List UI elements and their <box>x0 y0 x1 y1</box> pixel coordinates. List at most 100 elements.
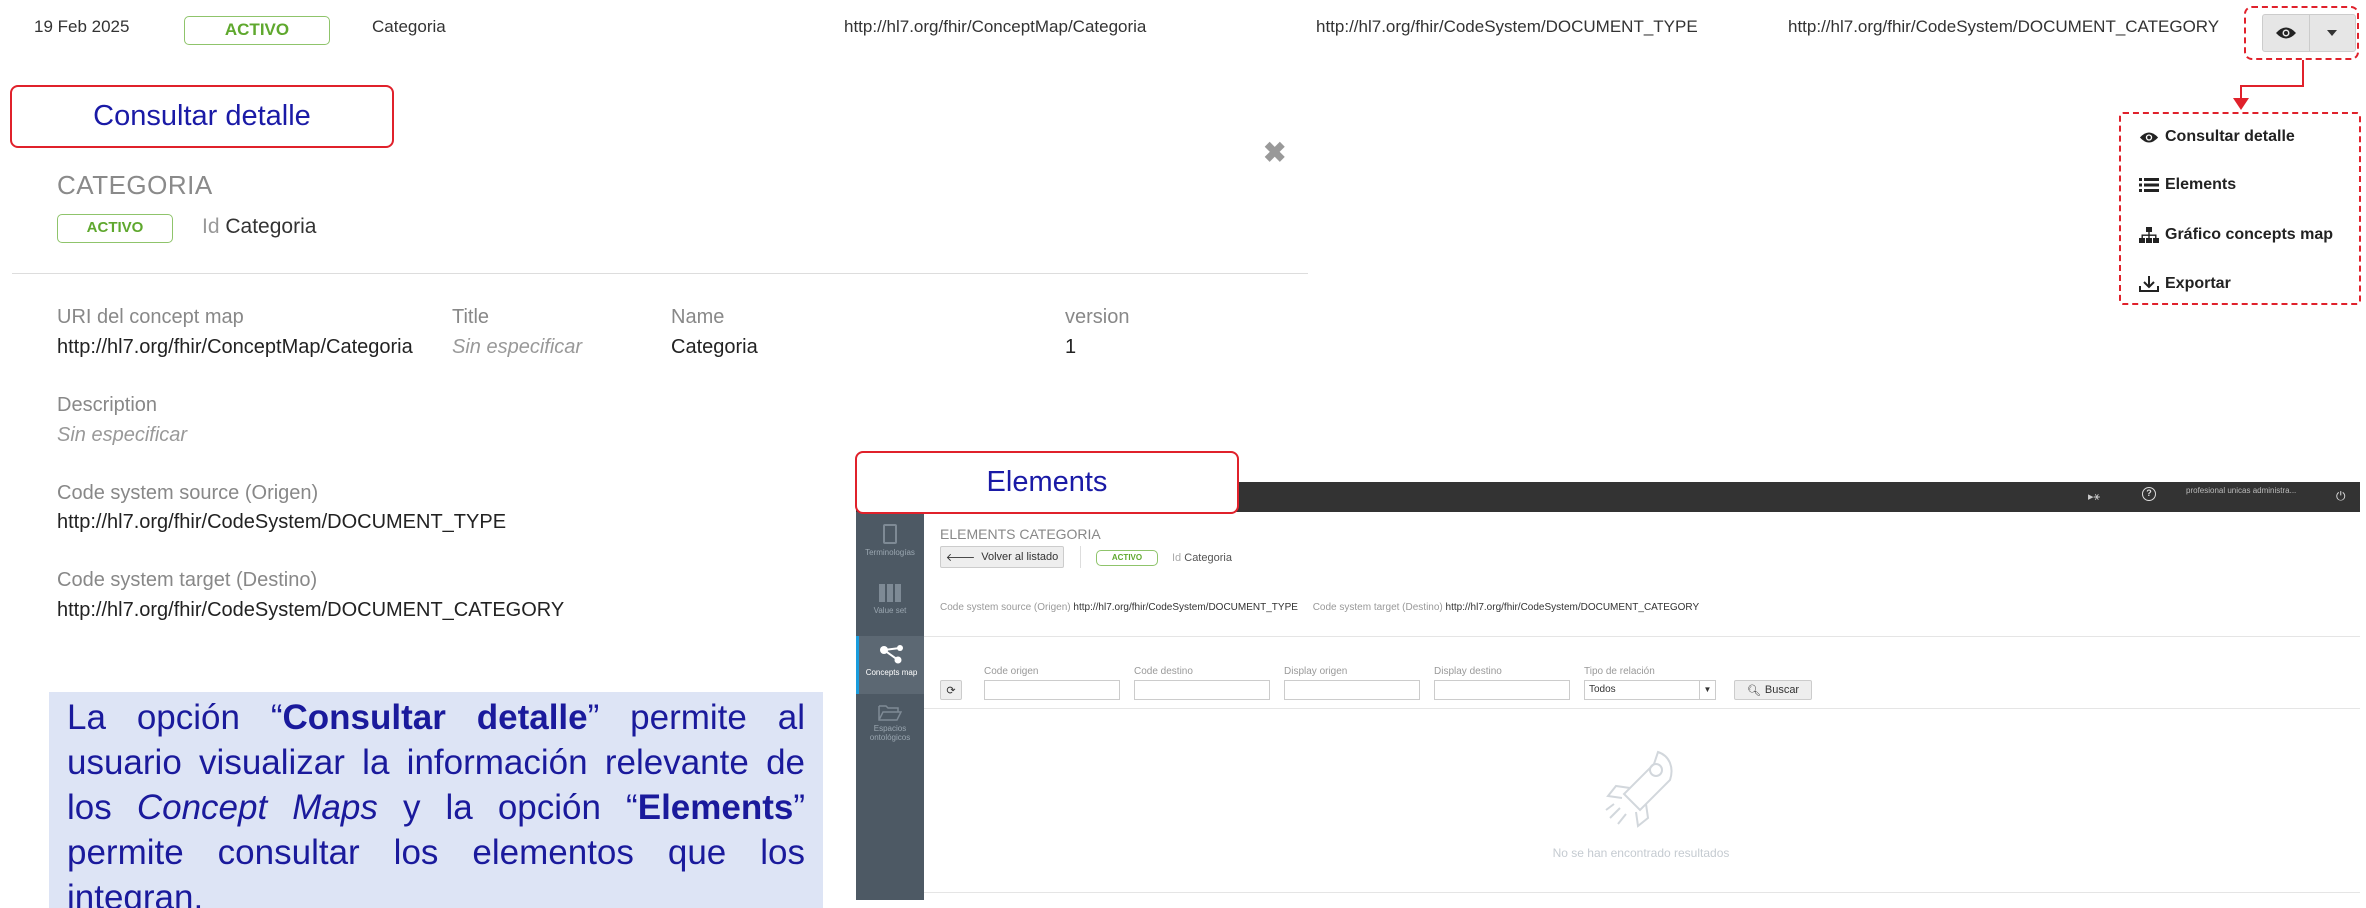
sidebar-item-terminologias[interactable]: Terminologías <box>856 516 924 574</box>
callout-consultar-detalle: Consultar detalle <box>10 85 394 148</box>
tipo-relacion-value: Todos <box>1589 684 1616 695</box>
grid-icon <box>879 584 901 602</box>
actions-highlight <box>2244 6 2359 60</box>
status-badge: ACTIVO <box>57 214 173 243</box>
source-label: Code system source (Origen) <box>940 602 1071 613</box>
menu-item-exportar[interactable]: Exportar <box>2139 275 2231 293</box>
display-origen-input[interactable] <box>1284 680 1420 700</box>
power-icon[interactable]: ⏻ <box>2336 489 2346 504</box>
target-value: http://hl7.org/fhir/CodeSystem/DOCUMENT_… <box>1445 602 1700 613</box>
id-field: Id Categoria <box>202 215 316 239</box>
close-icon[interactable]: ✖ <box>1263 136 1286 169</box>
divider <box>924 636 2360 637</box>
id-value: Categoria <box>1184 552 1232 564</box>
menu-item-label: Exportar <box>2165 275 2231 292</box>
id-label: Id <box>202 215 220 238</box>
divider <box>924 708 2360 709</box>
id-label: Id <box>1172 552 1182 564</box>
title-label: Title <box>452 306 490 328</box>
explanation-text: La opción “Consultar detalle” permite al… <box>49 692 823 908</box>
version-value: 1 <box>1065 336 1077 358</box>
sidebar-item-label: Concepts map <box>865 668 918 677</box>
menu-item-label: Consultar detalle <box>2165 128 2295 145</box>
caret-down-icon: ▼ <box>1699 681 1715 699</box>
code-destino-label: Code destino <box>1134 666 1193 677</box>
name-label: Name <box>671 306 725 328</box>
row-source-url: http://hl7.org/fhir/CodeSystem/DOCUMENT_… <box>1316 17 1698 36</box>
refresh-button[interactable]: ⟳ <box>940 680 962 700</box>
status-badge: ACTIVO <box>184 16 330 45</box>
back-button-label: Volver al listado <box>981 551 1059 563</box>
search-icon: 🔍︎ <box>1746 684 1761 697</box>
explanation-italic: Concept Maps <box>136 788 378 827</box>
rocket-icon <box>1605 750 1673 828</box>
description-label: Description <box>57 394 158 416</box>
menu-item-elements[interactable]: Elements <box>2139 176 2236 194</box>
tipo-relacion-label: Tipo de relación <box>1584 666 1655 677</box>
description-value: Sin especificar <box>57 424 188 446</box>
elements-title: ELEMENTS CATEGORIA <box>940 526 1101 542</box>
code-origen-label: Code origen <box>984 666 1039 677</box>
code-origen-input[interactable] <box>984 680 1120 700</box>
share-nodes-icon <box>879 645 903 664</box>
menu-item-label: Gráfico concepts map <box>2165 226 2334 243</box>
download-icon <box>2139 276 2159 292</box>
sidebar-item-label: Value set <box>873 606 907 615</box>
title-value: Sin especificar <box>452 336 583 358</box>
target-value: http://hl7.org/fhir/CodeSystem/DOCUMENT_… <box>57 599 565 621</box>
tipo-relacion-select[interactable]: Todos ▼ <box>1584 680 1716 700</box>
search-button[interactable]: 🔍︎ Buscar <box>1734 680 1812 700</box>
version-label: version <box>1065 306 1130 328</box>
target-label: Code system target (Destino) <box>1312 602 1443 613</box>
divider <box>12 273 1308 274</box>
code-destino-input[interactable] <box>1134 680 1270 700</box>
arrow-left-icon: 🡐 <box>945 552 976 564</box>
row-name: Categoria <box>372 17 446 36</box>
id-value: Categoria <box>225 215 317 238</box>
row-target-url: http://hl7.org/fhir/CodeSystem/DOCUMENT_… <box>1788 17 2220 36</box>
sidebar-item-label: Espacios ontológicos <box>869 724 911 742</box>
display-origen-label: Display origen <box>1284 666 1348 677</box>
elements-screenshot: ▸⚹ ? profesional unicas administra... ⏻ … <box>856 482 2360 900</box>
source-value: http://hl7.org/fhir/CodeSystem/DOCUMENT_… <box>1073 602 1298 613</box>
uri-label: URI del concept map <box>57 306 244 328</box>
divider <box>1080 546 1081 568</box>
display-destino-label: Display destino <box>1434 666 1502 677</box>
connector-arrow <box>2233 98 2249 110</box>
sidebar: Terminologías Value set Concepts map Esp… <box>856 512 924 900</box>
user-switch-icon[interactable]: ▸⚹ <box>2088 490 2100 504</box>
sidebar-item-value-set[interactable]: Value set <box>856 576 924 634</box>
sidebar-item-label: Terminologías <box>865 548 915 557</box>
explanation-part: La opción “ <box>67 698 283 737</box>
target-label: Code system target (Destino) <box>57 569 318 591</box>
empty-message: No se han encontrado resultados <box>1552 846 1730 860</box>
connector-line <box>2302 60 2304 87</box>
row-concept-map-url: http://hl7.org/fhir/ConceptMap/Categoria <box>844 17 1147 36</box>
menu-item-grafico-concepts-map[interactable]: Gráfico concepts map <box>2139 226 2333 244</box>
eye-icon <box>2139 132 2159 142</box>
row-date: 19 Feb 2025 <box>34 17 130 36</box>
book-icon <box>883 524 897 544</box>
back-to-list-button[interactable]: 🡐 Volver al listado <box>940 546 1064 568</box>
sidebar-item-espacios-ontologicos[interactable]: Espacios ontológicos <box>856 696 924 754</box>
callout-elements: Elements <box>855 451 1239 514</box>
code-systems-line: Code system source (Origen) http://hl7.o… <box>940 602 1699 613</box>
uri-value: http://hl7.org/fhir/ConceptMap/Categoria <box>57 336 413 358</box>
actions-menu: Consultar detalle Elements Gráfico conce… <box>2119 112 2361 305</box>
refresh-icon: ⟳ <box>946 684 956 697</box>
source-label: Code system source (Origen) <box>57 482 319 504</box>
explanation-bold: Consultar detalle <box>282 698 588 737</box>
connector-line <box>2240 85 2304 87</box>
name-value: Categoria <box>671 336 758 358</box>
source-value: http://hl7.org/fhir/CodeSystem/DOCUMENT_… <box>57 511 507 533</box>
page-title: CATEGORIA <box>57 170 213 200</box>
divider <box>924 892 2360 893</box>
explanation-part: y la opción “ <box>377 788 638 827</box>
menu-item-consultar-detalle[interactable]: Consultar detalle <box>2139 128 2295 146</box>
id-field: Id Categoria <box>1172 552 1232 564</box>
user-name[interactable]: profesional unicas administra... <box>2186 486 2296 495</box>
sidebar-item-concepts-map[interactable]: Concepts map <box>856 636 924 694</box>
status-badge: ACTIVO <box>1096 550 1158 566</box>
help-icon[interactable]: ? <box>2142 487 2156 501</box>
display-destino-input[interactable] <box>1434 680 1570 700</box>
